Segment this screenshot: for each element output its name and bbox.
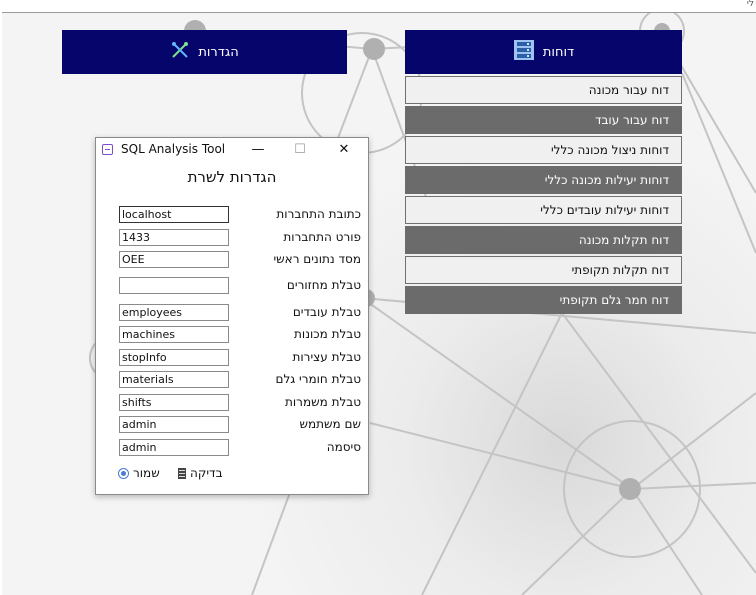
field-label-stops-table: טבלת עצירות — [292, 350, 361, 364]
close-button[interactable]: ✕ — [324, 138, 364, 160]
sql-settings-dialog: SQL Analysis Tool — ☐ ✕ הגדרות לשרת כתוב… — [95, 137, 369, 495]
dialog-heading: הגדרות לשרת — [187, 168, 277, 186]
menu-item-machine-utilization[interactable]: דוחות ניצול מכונה כללי — [405, 136, 682, 164]
top-strip-text: לי — [746, 0, 754, 9]
field-label-employees-table: טבלת עובדים — [292, 305, 361, 319]
radio-dot-icon — [118, 467, 129, 479]
menu-item-worker-report[interactable]: דוח עבור עובד — [405, 106, 682, 134]
settings-button[interactable]: הגדרות — [62, 30, 347, 74]
username-field[interactable] — [119, 416, 229, 433]
cycles-table-field[interactable] — [119, 277, 229, 294]
field-label-cycles-table: טבלת מחזורים — [286, 278, 361, 292]
field-label-address: כתובת התחברות — [276, 207, 361, 221]
server-stack-icon — [513, 39, 535, 65]
port-field[interactable] — [119, 229, 229, 246]
minimize-button[interactable]: — — [238, 138, 278, 160]
field-label-machines-table: טבלת מכונות — [294, 327, 361, 341]
field-label-password: סיסמה — [326, 440, 361, 454]
reports-label: דוחות — [542, 44, 575, 60]
employees-table-field[interactable] — [119, 304, 229, 321]
stops-table-field[interactable] — [119, 349, 229, 366]
dialog-titlebar[interactable]: SQL Analysis Tool — ☐ ✕ — [96, 138, 368, 160]
reports-menu: דוח עבור מכונה דוח עבור עובד דוחות ניצול… — [405, 76, 682, 316]
document-icon — [178, 467, 186, 479]
field-label-materials-table: טבלת חומרי גלם — [275, 372, 362, 386]
menu-item-worker-efficiency[interactable]: דוחות יעילות עובדים כללי — [405, 196, 682, 224]
database-field[interactable] — [119, 251, 229, 268]
settings-label: הגדרות — [198, 44, 239, 60]
shifts-table-field[interactable] — [119, 394, 229, 411]
app-icon — [102, 143, 113, 155]
field-label-shifts-table: טבלת משמרות — [285, 395, 361, 409]
top-strip: לי — [0, 0, 756, 12]
crossed-tools-icon — [170, 40, 190, 64]
field-label-username: שם משתמש — [299, 417, 361, 431]
field-label-port: פורט התחברות — [283, 230, 361, 244]
password-field[interactable] — [119, 439, 229, 456]
save-button-label: שמור — [133, 466, 160, 480]
materials-table-field[interactable] — [119, 371, 229, 388]
test-button[interactable]: בדיקה — [178, 466, 223, 480]
menu-item-periodic-raw-material[interactable]: דוח חמר גלם תקופתי — [405, 286, 682, 314]
maximize-button[interactable]: ☐ — [280, 138, 320, 160]
menu-item-machine-faults[interactable]: דוח תקלות מכונה — [405, 226, 682, 254]
main-workspace: הגדרות דוחות דוח עבור מכונה דוח עבור עוב… — [2, 12, 756, 595]
reports-button[interactable]: דוחות — [405, 30, 682, 74]
save-button[interactable]: שמור — [118, 466, 160, 480]
test-button-label: בדיקה — [190, 466, 223, 480]
menu-item-machine-report[interactable]: דוח עבור מכונה — [405, 76, 682, 104]
field-label-database: מסד נתונים ראשי — [273, 252, 361, 266]
machines-table-field[interactable] — [119, 326, 229, 343]
window-title: SQL Analysis Tool — [121, 142, 226, 156]
menu-item-machine-efficiency[interactable]: דוחות יעילות מכונה כללי — [405, 166, 682, 194]
menu-item-periodic-faults[interactable]: דוח תקלות תקופתי — [405, 256, 682, 284]
address-field[interactable] — [119, 206, 229, 223]
